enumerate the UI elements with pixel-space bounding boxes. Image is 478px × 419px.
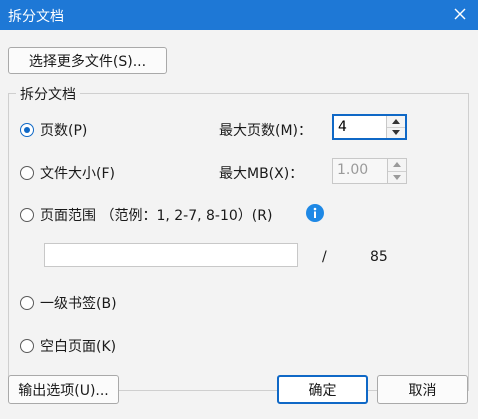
- select-more-files-button[interactable]: 选择更多文件(S)...: [8, 47, 167, 74]
- group-title: 拆分文档: [16, 84, 80, 104]
- page-count-separator: /: [322, 249, 327, 265]
- spin-down-icon[interactable]: [388, 171, 406, 183]
- radio-pages-label: 页数(P): [40, 123, 88, 139]
- output-options-button[interactable]: 输出选项(U)...: [8, 375, 119, 404]
- spin-down-icon[interactable]: [387, 127, 405, 138]
- radio-blank-page-label: 空白页面(K): [40, 339, 117, 355]
- radio-file-size-label: 文件大小(F): [40, 166, 115, 182]
- radio-file-size-indicator[interactable]: [20, 166, 34, 180]
- title-bar: 拆分文档: [0, 0, 478, 30]
- max-mb-input[interactable]: [337, 161, 383, 179]
- max-mb-label: 最大MB(X)：: [219, 166, 304, 182]
- radio-bookmark-indicator[interactable]: [20, 296, 34, 310]
- radio-pages[interactable]: 页数(P): [20, 120, 87, 140]
- max-mb-spinbox[interactable]: [332, 158, 407, 184]
- info-icon[interactable]: [306, 204, 324, 222]
- radio-blank-page[interactable]: 空白页面(K): [20, 336, 116, 356]
- radio-blank-page-indicator[interactable]: [20, 339, 34, 353]
- page-range-input[interactable]: [44, 243, 298, 267]
- radio-page-range-indicator[interactable]: [20, 208, 34, 222]
- radio-pages-indicator[interactable]: [20, 123, 34, 137]
- max-mb-spin-buttons: [387, 159, 406, 183]
- max-pages-label: 最大页数(M)：: [219, 123, 313, 139]
- spin-up-icon[interactable]: [388, 159, 406, 172]
- window-title: 拆分文档: [8, 9, 64, 25]
- dialog-body: 选择更多文件(S)... 拆分文档 页数(P) 最大页数(M)： 文件大小(F)…: [0, 30, 478, 419]
- close-icon[interactable]: [450, 4, 470, 24]
- spin-up-icon[interactable]: [387, 116, 405, 128]
- max-pages-spinbox[interactable]: [332, 114, 407, 140]
- radio-page-range-label: 页面范围 （范例：1, 2-7, 8-10）(R): [40, 208, 273, 224]
- max-pages-input[interactable]: [338, 118, 384, 136]
- radio-file-size[interactable]: 文件大小(F): [20, 163, 115, 183]
- ok-button[interactable]: 确定: [277, 375, 368, 404]
- cancel-button[interactable]: 取消: [377, 375, 468, 404]
- radio-bookmark[interactable]: 一级书签(B): [20, 293, 117, 313]
- radio-page-range[interactable]: 页面范围 （范例：1, 2-7, 8-10）(R): [20, 205, 272, 225]
- radio-bookmark-label: 一级书签(B): [40, 296, 117, 312]
- max-pages-spin-buttons: [386, 116, 405, 138]
- total-page-count: 85: [370, 249, 388, 265]
